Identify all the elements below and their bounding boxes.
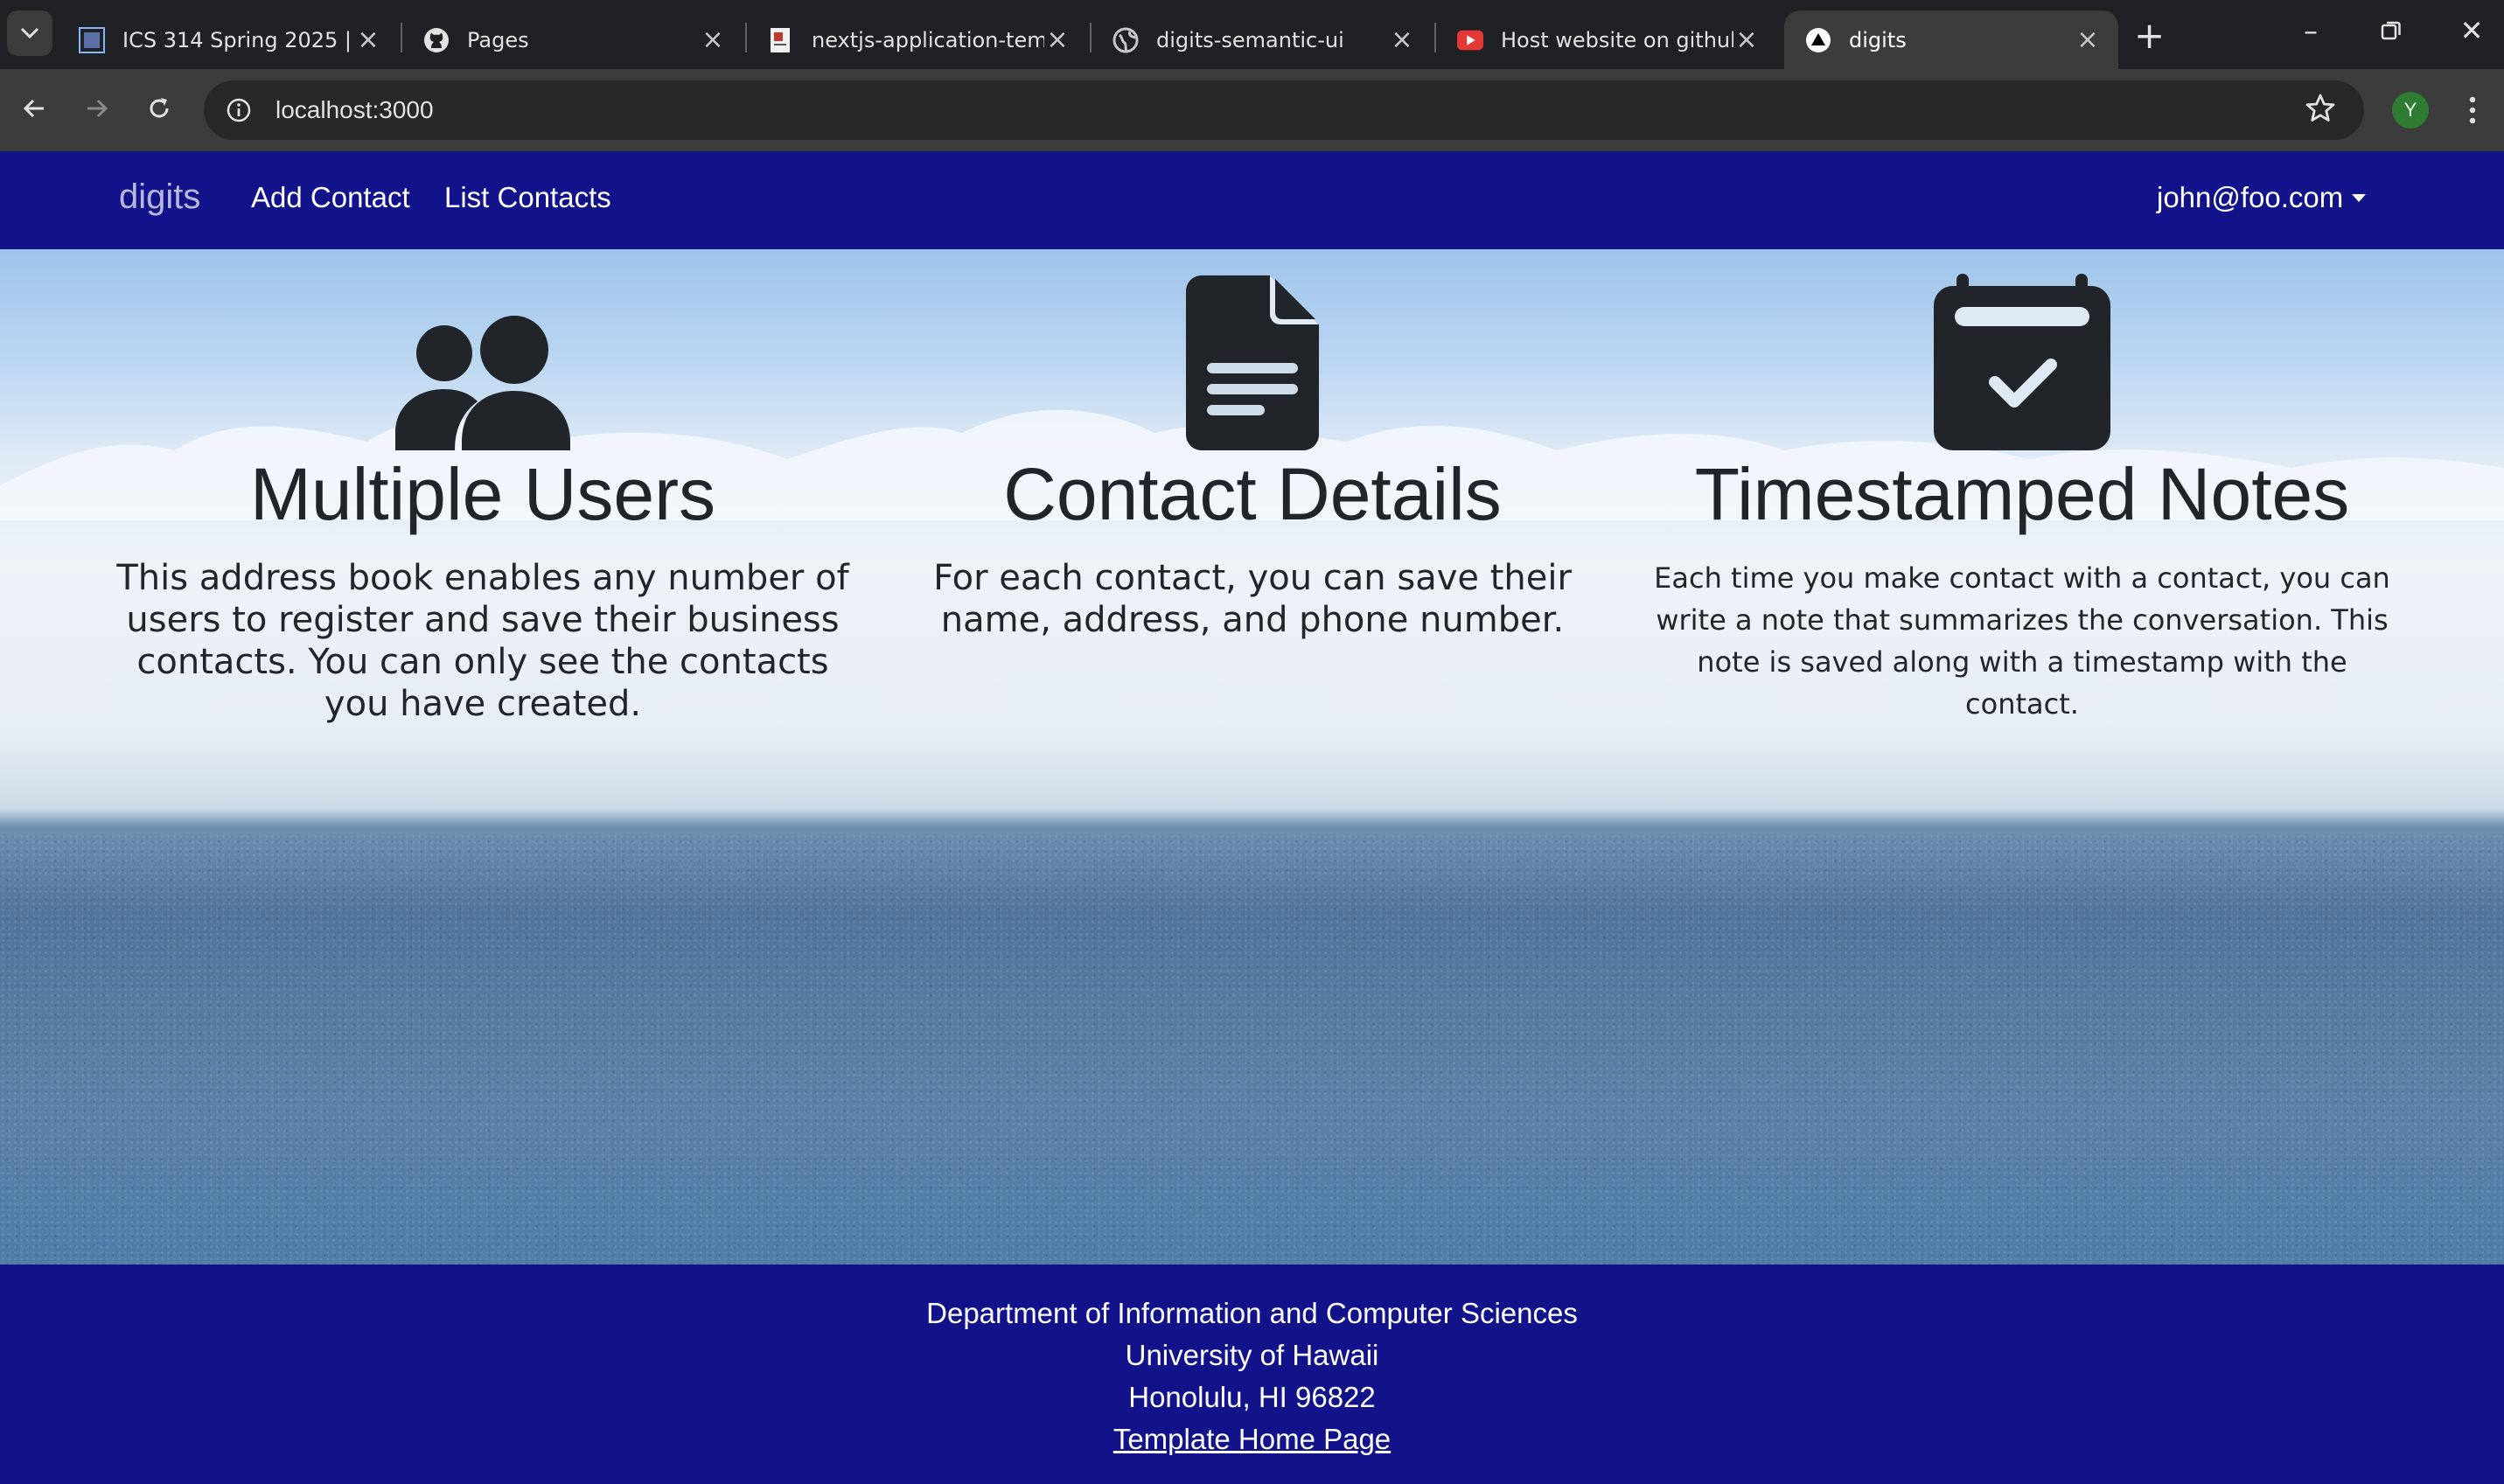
browser-toolbar: localhost:3000 Y: [0, 69, 2504, 151]
globe-icon: [1113, 27, 1139, 53]
bookmark-star-icon[interactable]: [2305, 93, 2336, 128]
footer-university: University of Hawaii: [1125, 1339, 1379, 1371]
nav-list-contacts[interactable]: List Contacts: [444, 181, 611, 214]
page-footer: Department of Information and Computer S…: [0, 1265, 2504, 1484]
github-icon: [423, 27, 450, 53]
browser-tab[interactable]: Pages ×: [402, 10, 743, 69]
caret-down-icon: [2352, 193, 2367, 202]
browser-tab[interactable]: ICS 314 Spring 2025 | ES ×: [58, 10, 399, 69]
calendar-check-icon: [1934, 274, 2110, 450]
tab-title: nextjs-application-temp: [812, 27, 1044, 52]
nextjs-icon: [1805, 27, 1831, 53]
tab-search-button[interactable]: [7, 10, 52, 56]
url-text[interactable]: localhost:3000: [276, 96, 434, 124]
address-bar[interactable]: localhost:3000: [204, 80, 2364, 140]
browser-tab[interactable]: Host website on github ×: [1436, 10, 1777, 69]
close-tab-icon[interactable]: ×: [1733, 24, 1760, 55]
browser-menu-icon[interactable]: [2459, 90, 2486, 130]
browser-tab-active[interactable]: digits ×: [1784, 10, 2118, 69]
feature-title: Timestamped Notes: [1694, 453, 2350, 535]
footer-department: Department of Information and Computer S…: [926, 1297, 1578, 1329]
close-tab-icon[interactable]: ×: [1044, 24, 1071, 55]
info-icon[interactable]: [221, 93, 256, 128]
template-home-link[interactable]: Template Home Page: [1113, 1423, 1391, 1455]
close-window-icon[interactable]: ✕: [2452, 14, 2491, 47]
course-favicon: [79, 26, 105, 53]
tab-title: Host website on github: [1501, 27, 1733, 52]
feature-title: Multiple Users: [249, 453, 716, 535]
new-tab-button[interactable]: +: [2134, 14, 2165, 57]
feature-text: This address book enables any number of …: [116, 558, 849, 724]
landing-hero: Multiple Users This address book enables…: [0, 249, 2504, 1265]
close-tab-icon[interactable]: ×: [700, 24, 726, 55]
app-navbar: digits Add Contact List Contacts john@fo…: [0, 151, 2504, 249]
browser-tab[interactable]: nextjs-application-temp ×: [747, 10, 1088, 69]
doc-favicon: [768, 27, 794, 53]
close-tab-icon[interactable]: ×: [2075, 24, 2101, 55]
users-icon: [395, 316, 570, 450]
reload-button[interactable]: [139, 88, 179, 129]
file-icon: [1186, 275, 1319, 450]
browser-tab[interactable]: digits-semantic-ui ×: [1092, 10, 1433, 69]
tab-title: digits: [1849, 27, 1907, 52]
close-tab-icon[interactable]: ×: [355, 24, 381, 55]
background-sea: [0, 833, 2504, 1265]
youtube-icon: [1457, 27, 1483, 53]
feature-timestamped-notes: Timestamped Notes Each time you make con…: [1646, 274, 2398, 725]
arrow-right-icon: [87, 99, 108, 118]
brand-link[interactable]: digits: [119, 178, 200, 217]
tab-title: digits-semantic-ui: [1156, 27, 1344, 52]
tab-title: ICS 314 Spring 2025 | ES: [122, 27, 355, 52]
nav-add-contact[interactable]: Add Contact: [251, 181, 410, 214]
restore-icon[interactable]: [2372, 14, 2410, 49]
feature-text: For each contact, you can save their nam…: [933, 558, 1572, 640]
close-tab-icon[interactable]: ×: [1389, 24, 1415, 55]
user-email: john@foo.com: [2157, 181, 2344, 213]
reload-icon: [150, 98, 169, 118]
browser-tab-strip: ICS 314 Spring 2025 | ES × Pages × nextj…: [0, 0, 2504, 69]
minimize-icon[interactable]: –: [2291, 14, 2330, 47]
feature-contact-details: Contact Details For each contact, you ca…: [876, 275, 1629, 641]
chevron-down-icon: [20, 27, 39, 39]
footer-address: Honolulu, HI 96822: [1128, 1381, 1376, 1413]
profile-avatar[interactable]: Y: [2392, 92, 2429, 129]
forward-button[interactable]: [77, 88, 117, 129]
tab-title: Pages: [467, 27, 529, 52]
feature-text: Each time you make contact with a contac…: [1654, 561, 2390, 721]
arrow-left-icon: [23, 99, 44, 118]
back-button[interactable]: [14, 88, 54, 129]
feature-title: Contact Details: [1003, 453, 1502, 535]
user-dropdown[interactable]: john@foo.com: [2157, 181, 2367, 214]
feature-multiple-users: Multiple Users This address book enables…: [107, 275, 859, 725]
